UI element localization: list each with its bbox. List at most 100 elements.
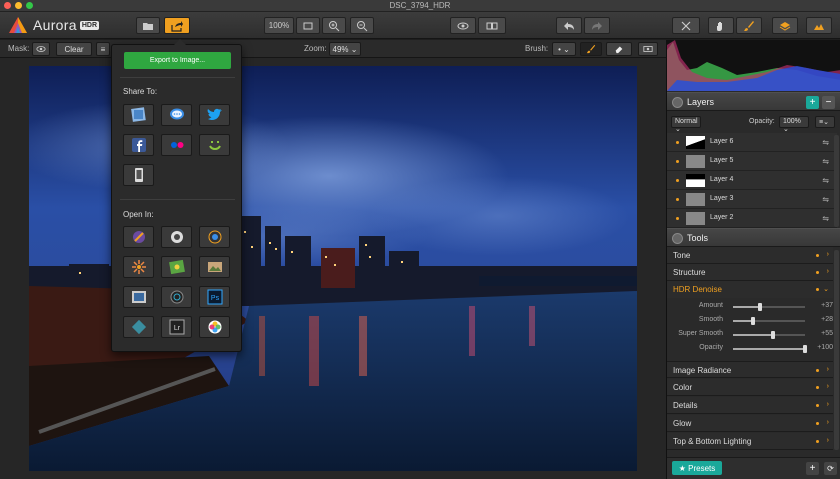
chevron-right-icon: › [826, 419, 829, 426]
smooth-slider[interactable]: Smooth +28 [667, 314, 833, 327]
share-flickr-button[interactable] [161, 134, 192, 156]
mask-overlay-button[interactable] [638, 42, 658, 56]
layer-settings-icon[interactable]: ⇋ [822, 138, 829, 147]
layers-toggle-button[interactable] [772, 17, 798, 34]
layer-menu-button[interactable]: ≡⌄ [815, 116, 835, 128]
undo-button[interactable] [556, 17, 582, 34]
tool-section-details[interactable]: Details › [667, 397, 833, 414]
add-layer-button[interactable]: + [806, 96, 819, 109]
tool-section-structure[interactable]: Structure › [667, 264, 833, 281]
brush-tool-button[interactable] [736, 17, 762, 34]
open-file-button[interactable] [136, 17, 160, 34]
layer-settings-icon[interactable]: ⇋ [822, 176, 829, 185]
tool-section-image-radiance[interactable]: Image Radiance › [667, 361, 833, 378]
tool-section-hdr-denoise[interactable]: HDR Denoise ⌄ [667, 281, 833, 298]
histogram-toggle-button[interactable] [806, 17, 832, 34]
open-in-app-9-button[interactable] [123, 316, 154, 338]
histogram [667, 40, 840, 91]
slider-label: Smooth [698, 316, 723, 323]
blend-mode-select[interactable]: Normal ⌄ [671, 116, 701, 133]
presets-button[interactable]: ★ Presets [672, 461, 722, 475]
layer-opacity-select[interactable]: 100% ⌄ [779, 116, 809, 133]
tool-section-top-bottom-lighting[interactable]: Top & Bottom Lighting › [667, 433, 833, 450]
preview-toggle-button[interactable] [450, 17, 476, 34]
remove-layer-button[interactable]: − [822, 96, 835, 109]
layer-row[interactable]: Layer 6 ⇋ [667, 133, 837, 152]
tool-section-glow[interactable]: Glow › [667, 415, 833, 432]
compare-button[interactable] [478, 17, 506, 34]
opacity-slider[interactable]: Opacity +100 [667, 342, 833, 355]
share-icon [171, 20, 183, 32]
open-in-app-4-button[interactable] [123, 256, 154, 278]
slider-track[interactable] [733, 331, 805, 339]
layers-scrollbar[interactable] [834, 135, 839, 227]
open-in-app-6-button[interactable] [199, 256, 230, 278]
slider-knob[interactable] [751, 317, 756, 325]
layers-panel-header[interactable]: Layers + − [667, 92, 840, 111]
clear-mask-button[interactable]: Clear [56, 42, 92, 56]
open-in-app-1-button[interactable] [123, 226, 154, 248]
tool-section-label: Tone [673, 251, 691, 260]
open-in-app-3-button[interactable] [199, 226, 230, 248]
zoom-100-button[interactable]: 100% [264, 17, 294, 34]
share-messages-button[interactable] [161, 104, 192, 126]
redo-button[interactable] [584, 17, 610, 34]
refresh-icon[interactable]: ⟳ [824, 462, 837, 475]
open-in-app-2-button[interactable] [161, 226, 192, 248]
slider-track[interactable] [733, 345, 807, 353]
super-smooth-slider[interactable]: Super Smooth +55 [667, 328, 833, 341]
add-preset-button[interactable]: + [806, 462, 819, 475]
zoom-select[interactable]: 49% ⌄ [329, 42, 361, 56]
tools-panel-header[interactable]: Tools [667, 228, 840, 247]
zoom-in-button[interactable] [322, 17, 346, 34]
layer-name: Layer 6 [710, 138, 734, 145]
layer-row[interactable]: Layer 3 ⇋ [667, 190, 837, 209]
share-to-heading: Share To: [123, 87, 158, 96]
right-panel: Layers + − Normal ⌄ Opacity: 100% ⌄ ≡⌄ L… [666, 40, 840, 479]
open-in-lightroom-button[interactable]: Lr [161, 316, 192, 338]
open-in-app-5-button[interactable] [161, 256, 192, 278]
tools-button[interactable] [672, 17, 700, 34]
open-in-photoshop-button[interactable]: Ps [199, 286, 230, 308]
share-facebook-button[interactable] [123, 134, 154, 156]
app-logo: Aurora HDR [8, 15, 99, 35]
layer-settings-icon[interactable]: ⇋ [822, 214, 829, 223]
share-500px-button[interactable] [123, 164, 154, 186]
amount-slider[interactable]: Amount +37 [667, 300, 833, 313]
slider-knob[interactable] [757, 303, 762, 311]
tools-scrollbar[interactable] [834, 250, 839, 450]
open-in-app-8-button[interactable] [161, 286, 192, 308]
fit-icon [303, 22, 313, 29]
tool-section-label: Glow [673, 419, 692, 428]
hand-tool-button[interactable] [708, 17, 734, 34]
eraser-button[interactable] [606, 42, 632, 56]
tool-section-tone[interactable]: Tone › [667, 247, 833, 264]
slider-knob[interactable] [770, 331, 775, 339]
layer-settings-icon[interactable]: ⇋ [822, 195, 829, 204]
share-twitter-button[interactable] [199, 104, 230, 126]
paint-brush-button[interactable] [580, 42, 602, 56]
share-photos-button[interactable] [123, 104, 154, 126]
open-in-photos-app-button[interactable] [199, 316, 230, 338]
mask-menu-button[interactable]: ≡ [96, 42, 110, 56]
zoom-out-button[interactable] [350, 17, 374, 34]
tool-section-color[interactable]: Color › [667, 379, 833, 396]
slider-label: Opacity [699, 344, 723, 351]
slider-track[interactable] [733, 303, 805, 311]
layer-settings-icon[interactable]: ⇋ [822, 157, 829, 166]
slider-knob[interactable] [803, 345, 807, 353]
layer-row[interactable]: Layer 5 ⇋ [667, 152, 837, 171]
layer-row[interactable]: Layer 4 ⇋ [667, 171, 837, 190]
layer-row[interactable]: Layer 2 ⇋ [667, 209, 837, 228]
export-to-image-button[interactable]: Export to Image... [124, 52, 231, 69]
brush-size-select[interactable]: • ⌄ [552, 42, 576, 56]
open-in-app-7-button[interactable] [123, 286, 154, 308]
share-smugmug-button[interactable] [199, 134, 230, 156]
divider [120, 199, 235, 200]
slider-track[interactable] [733, 317, 805, 325]
share-button[interactable] [164, 17, 190, 34]
layers-title: Layers [687, 97, 715, 107]
canvas-area[interactable] [0, 58, 666, 479]
mask-visibility-button[interactable] [32, 42, 50, 56]
fit-screen-button[interactable] [296, 17, 320, 34]
